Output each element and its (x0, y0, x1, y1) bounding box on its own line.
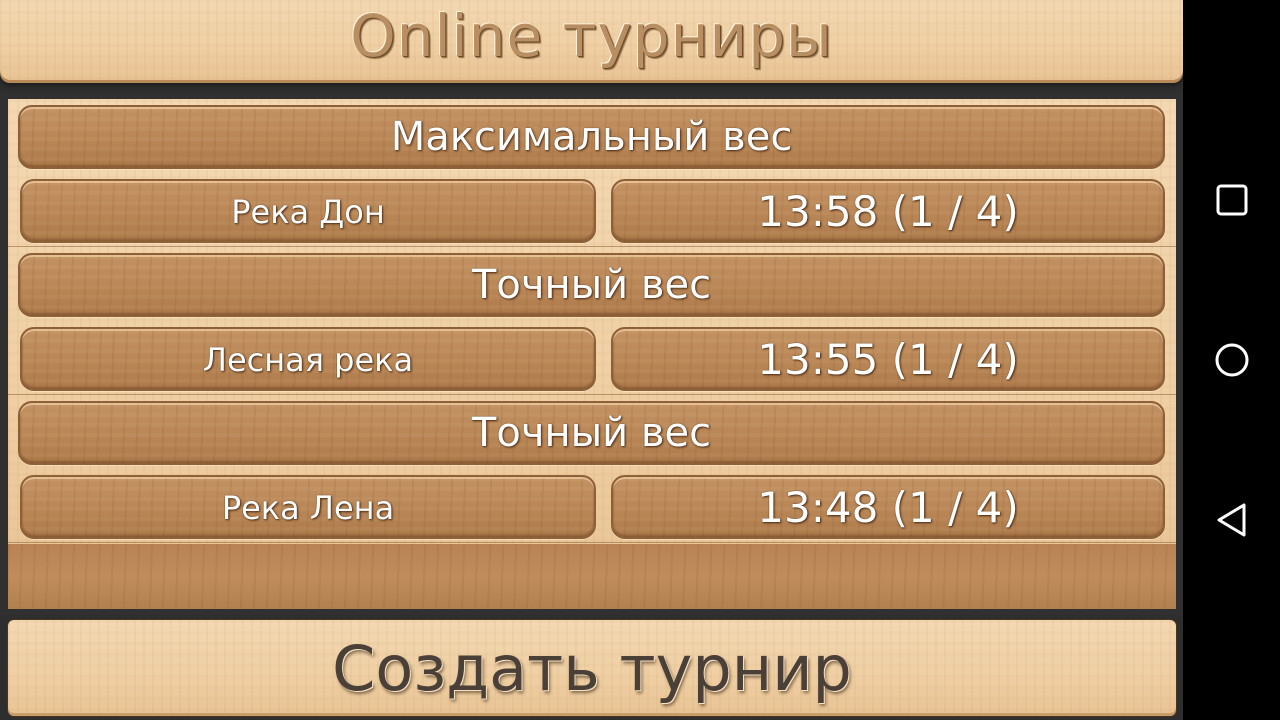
create-tournament-button[interactable]: Создать турнир (8, 620, 1176, 716)
tournament-type-label[interactable]: Точный вес (18, 401, 1165, 465)
tournament-location-label[interactable]: Лесная река (20, 327, 596, 391)
list-bottom-strip (8, 544, 1176, 609)
tournament-list[interactable]: Максимальный вес Река Дон 13:58 (1 / 4) … (8, 99, 1176, 609)
recents-button[interactable] (1208, 176, 1256, 224)
tournament-location-label[interactable]: Река Дон (20, 179, 596, 243)
tournament-time-label[interactable]: 13:48 (1 / 4) (611, 475, 1165, 539)
home-button[interactable] (1208, 336, 1256, 384)
triangle-back-icon (1217, 503, 1246, 537)
circle-icon (1215, 343, 1249, 377)
header-bar: Online турниры (0, 0, 1183, 80)
tournament-row[interactable]: Точный вес Лесная река 13:55 (1 / 4) (8, 247, 1176, 395)
create-tournament-label: Создать турнир (332, 632, 852, 705)
tournament-location-label[interactable]: Река Лена (20, 475, 596, 539)
page-title: Online турниры (350, 2, 833, 70)
system-nav-bar (1183, 0, 1280, 720)
square-icon (1216, 184, 1248, 216)
tournament-row[interactable]: Максимальный вес Река Дон 13:58 (1 / 4) (8, 99, 1176, 247)
tournament-type-label[interactable]: Точный вес (18, 253, 1165, 317)
tournament-type-label[interactable]: Максимальный вес (18, 105, 1165, 169)
tournament-time-label[interactable]: 13:55 (1 / 4) (611, 327, 1165, 391)
tournament-row[interactable]: Точный вес Река Лена 13:48 (1 / 4) (8, 395, 1176, 543)
tournament-time-label[interactable]: 13:58 (1 / 4) (611, 179, 1165, 243)
back-button[interactable] (1208, 496, 1256, 544)
